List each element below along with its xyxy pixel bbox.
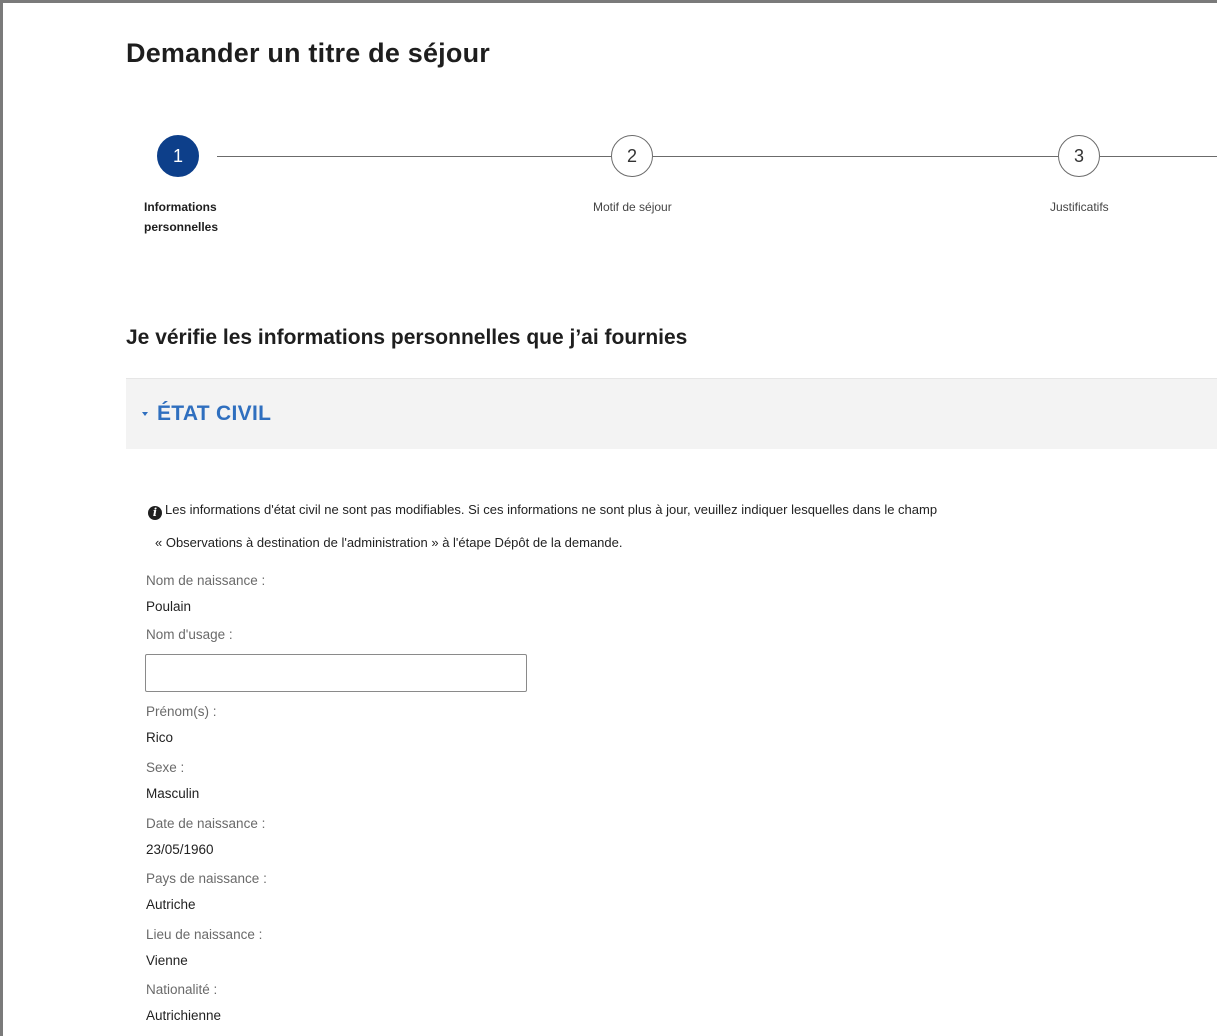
prenoms-value: Rico (146, 730, 174, 745)
step-3-label: Justificatifs (1050, 200, 1109, 214)
step-1-label-line2: personnelles (144, 220, 219, 234)
pays-naissance-label: Pays de naissance : (146, 871, 267, 886)
step-2-label: Motif de séjour (593, 200, 672, 214)
lieu-naissance-value: Vienne (146, 953, 188, 968)
lieu-naissance-label: Lieu de naissance : (146, 927, 263, 942)
etat-civil-accordion-header[interactable]: ÉTAT CIVIL (126, 378, 1217, 449)
section-heading: Je vérifie les informations personnelles… (126, 326, 688, 349)
date-naissance-value: 23/05/1960 (146, 842, 214, 857)
prenoms-label: Prénom(s) : (146, 704, 217, 719)
step-1-label: Informations personnelles (144, 197, 218, 237)
info-line-2: « Observations à destination de l'admini… (155, 535, 623, 550)
step-2-circle[interactable]: 2 (611, 135, 653, 177)
nom-naissance-label: Nom de naissance : (146, 573, 266, 588)
sexe-value: Masculin (146, 786, 200, 801)
page-title: Demander un titre de séjour (126, 38, 490, 68)
step-1-circle[interactable]: 1 (157, 135, 199, 177)
step-1-label-line1: Informations (144, 200, 217, 214)
pays-naissance-value: Autriche (146, 897, 196, 912)
nom-usage-input[interactable] (145, 654, 527, 692)
nom-usage-label: Nom d'usage : (146, 627, 233, 642)
info-icon: i (148, 505, 162, 520)
nationalite-label: Nationalité : (146, 982, 218, 997)
step-connector (653, 156, 1058, 157)
step-connector (217, 156, 611, 157)
info-line-1: i Les informations d'état civil ne sont p… (148, 493, 1208, 526)
info-text-1: Les informations d'état civil ne sont pa… (165, 502, 938, 517)
step-3-circle[interactable]: 3 (1058, 135, 1100, 177)
nationalite-value: Autrichienne (146, 1008, 222, 1023)
info-notice: i Les informations d'état civil ne sont p… (148, 493, 1208, 559)
sexe-label: Sexe : (146, 760, 185, 775)
step-connector (1100, 156, 1217, 157)
nom-naissance-value: Poulain (146, 599, 192, 614)
date-naissance-label: Date de naissance : (146, 816, 266, 831)
caret-down-icon (142, 412, 148, 416)
accordion-title: ÉTAT CIVIL (157, 402, 272, 425)
